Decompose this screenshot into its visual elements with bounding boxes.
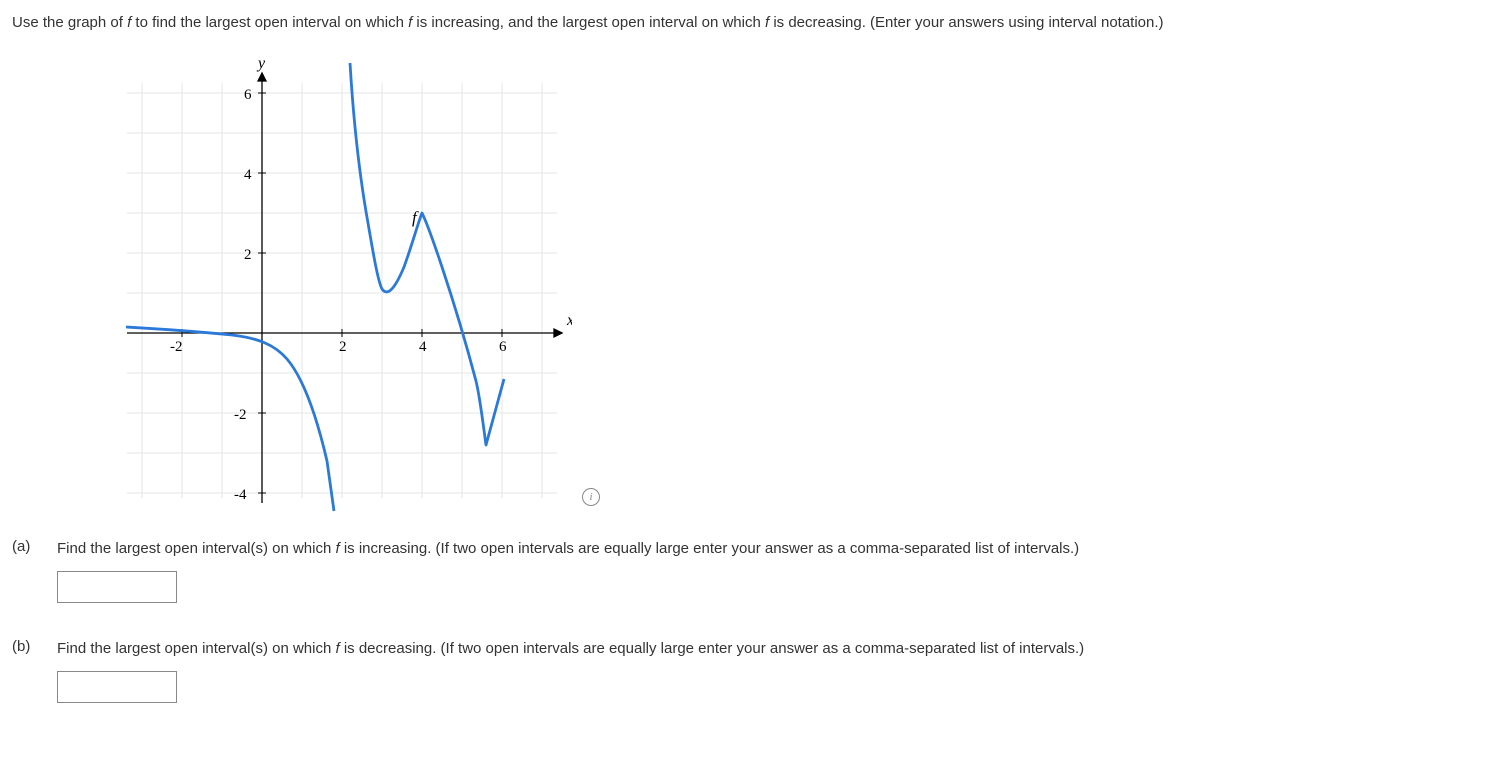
- part-b-label: (b): [12, 638, 57, 655]
- y-axis-label: y: [256, 55, 266, 72]
- x-tick-4: 4: [419, 339, 427, 355]
- part-a: (a) Find the largest open interval(s) on…: [12, 538, 1485, 603]
- question-text: Use the graph of f to find the largest o…: [12, 12, 1485, 33]
- x-tick-2: 2: [339, 339, 347, 355]
- y-tick-6: 6: [244, 87, 252, 103]
- x-tick-neg2: -2: [170, 339, 183, 355]
- y-tick-2: 2: [244, 247, 252, 263]
- graph-container: -2 2 4 6 2 4 6 -2 -4 y x f i: [112, 53, 1485, 513]
- x-tick-6: 6: [499, 339, 507, 355]
- part-b-input[interactable]: [57, 671, 177, 703]
- y-tick-4: 4: [244, 167, 252, 183]
- y-tick-neg2: -2: [234, 407, 247, 423]
- function-graph: -2 2 4 6 2 4 6 -2 -4 y x f: [112, 53, 572, 513]
- part-b: (b) Find the largest open interval(s) on…: [12, 638, 1485, 703]
- part-a-question: Find the largest open interval(s) on whi…: [57, 538, 1485, 559]
- y-tick-neg4: -4: [234, 487, 247, 503]
- part-a-label: (a): [12, 538, 57, 555]
- x-axis-label: x: [566, 312, 572, 329]
- curve-right-branch: [350, 63, 504, 445]
- info-icon[interactable]: i: [582, 488, 600, 506]
- part-a-input[interactable]: [57, 571, 177, 603]
- part-b-question: Find the largest open interval(s) on whi…: [57, 638, 1485, 659]
- curve-left-branch: [126, 327, 334, 511]
